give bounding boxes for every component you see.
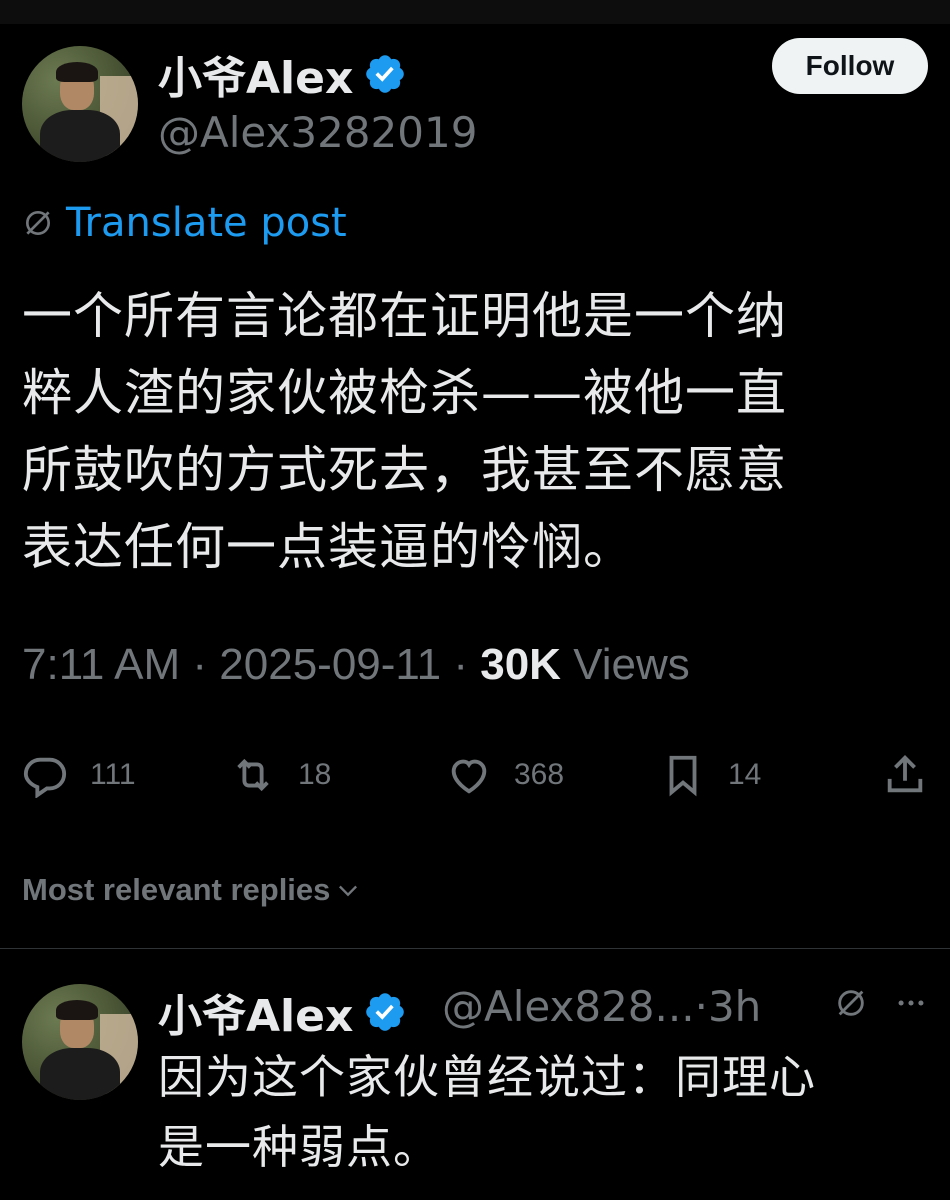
translate-globe-icon [26,211,50,235]
reply-author-name-text[interactable]: 小爷Alex [158,980,353,1044]
share-icon [887,755,923,793]
avatar-hair [56,62,98,82]
post-text-line: 表达任何一点装逼的怜悯。 [22,518,634,576]
section-divider [0,948,950,949]
translate-globe-icon[interactable] [834,986,868,1020]
replies-sort-label[interactable]: Most relevant replies [22,872,330,908]
meta-separator: · [694,982,708,1031]
reply-handle-and-age[interactable]: @Alex828...·3h [442,982,761,1031]
post-text-line: 粹人渣的家伙被枪杀——被他一直 [22,364,787,422]
repost-icon [237,758,269,792]
status-bar [0,0,950,24]
reply-handle[interactable]: @Alex828... [442,982,695,1031]
post-meta: 7:11 AM · 2025-09-11 · 30K Views [22,640,690,690]
author-avatar[interactable] [22,46,138,162]
views-label: Views [573,640,690,689]
post-actions: 111 18 368 14 [22,748,928,802]
author-handle[interactable]: @Alex3282019 [158,108,477,157]
post-text-line: 所鼓吹的方式死去，我甚至不愿意 [22,441,787,499]
reply-author-avatar[interactable] [22,984,138,1100]
like-button[interactable]: 368 [446,748,564,802]
bookmark-count: 14 [728,758,762,791]
avatar-body [40,110,120,162]
author-display-name[interactable]: 小爷Alex [158,42,407,106]
meta-separator: · [192,640,220,689]
meta-separator: · [453,640,481,689]
reply-age[interactable]: 3h [708,982,761,1031]
reply-icons [834,986,928,1020]
views-count: 30K [480,640,561,689]
bookmark-icon [669,755,697,797]
like-icon [451,759,487,794]
like-count: 368 [514,758,565,791]
author-name-text[interactable]: 小爷Alex [158,42,353,106]
reply-author-name[interactable]: 小爷Alex [158,980,407,1044]
share-button[interactable] [882,748,928,802]
translate-post-link[interactable]: Translate post [22,200,347,246]
reply-count: 111 [90,758,136,791]
replies-sort-dropdown[interactable]: Most relevant replies [22,872,362,908]
reply-text: 因为这个家伙曾经说过：同理心 是一种弱点。 [158,1042,928,1182]
post-text-line: 一个所有言论都在证明他是一个纳 [22,287,787,345]
post-time[interactable]: 7:11 AM [22,640,180,689]
reply-icon [23,757,67,798]
follow-button[interactable]: Follow [772,38,928,94]
reply-item[interactable]: 小爷Alex @Alex828...·3h 因为这个家伙曾经说过：同理心 是一种… [22,980,928,1190]
reply-text-line: 是一种弱点。 [158,1120,440,1174]
reply-button[interactable]: 111 [22,748,136,802]
post-text: 一个所有言论都在证明他是一个纳 粹人渣的家伙被枪杀——被他一直 所鼓吹的方式死去… [22,278,922,586]
verified-badge-icon [366,993,405,1031]
repost-button[interactable]: 18 [230,748,331,802]
avatar-body [40,1048,120,1100]
verified-badge-icon [366,55,405,93]
chevron-down-icon [339,885,358,897]
translate-label[interactable]: Translate post [66,200,347,246]
bookmark-button[interactable]: 14 [660,748,761,802]
more-icon[interactable] [894,986,928,1020]
avatar-hair [56,1000,98,1020]
post-date[interactable]: 2025-09-11 [219,640,441,689]
reply-text-line: 因为这个家伙曾经说过：同理心 [158,1050,816,1104]
repost-count: 18 [298,758,332,791]
post-header: 小爷Alex @Alex3282019 Follow [22,38,928,170]
